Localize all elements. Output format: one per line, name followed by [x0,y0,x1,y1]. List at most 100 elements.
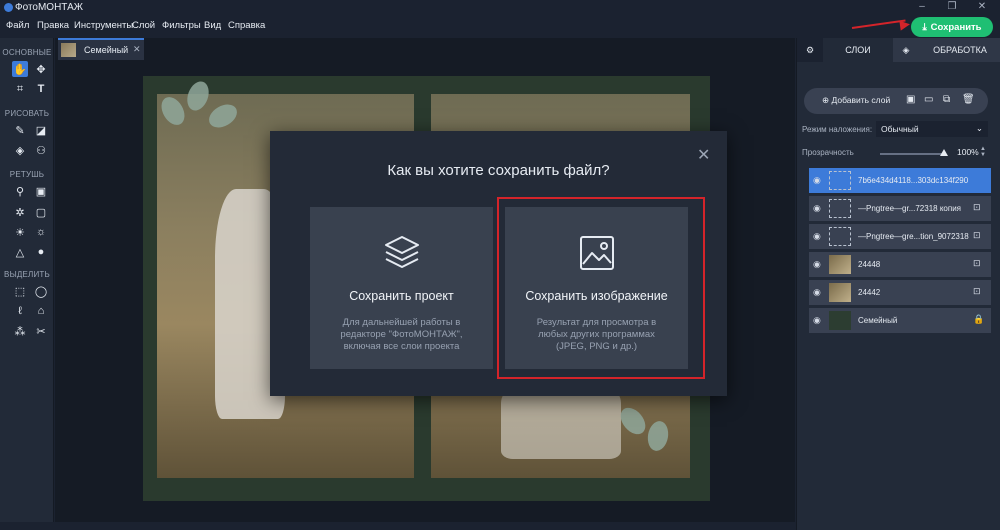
layer-name: 24442 [858,288,881,297]
layer-row[interactable]: ◉ —Pngtree—gre...tion_9072318 ⊡ [809,224,991,249]
document-tab-name: Семейный [84,45,129,55]
quick-select-icon[interactable]: ✂ [33,323,49,339]
menu-view[interactable]: Вид [204,20,221,31]
unlock-icon[interactable]: ⊡ [973,230,981,241]
folder-icon[interactable]: ▭ [924,94,933,105]
eye-icon[interactable]: ◉ [813,259,821,270]
eye-icon[interactable]: ◉ [813,287,821,298]
menu-tools[interactable]: Инструменты [74,20,133,31]
duplicate-icon[interactable]: ⧉ [943,94,950,105]
unlock-icon[interactable]: ⊡ [973,202,981,213]
layer-row[interactable]: ◉ 24442 ⊡ [809,280,991,305]
opacity-stepper[interactable]: ▲ ▼ [980,146,986,158]
brush-icon[interactable]: ✎ [12,122,28,138]
save-project-description: Для дальнейшей работы в редакторе "ФотоМ… [340,317,463,352]
opacity-slider[interactable] [880,153,944,155]
layer-thumbnail [829,199,851,218]
stamp-icon[interactable]: ▣ [33,183,49,199]
layer-name: 7b6e434d4118...303dc134f290 [858,176,969,185]
select-area-icon[interactable]: ▢ [33,204,49,220]
layer-thumbnail [829,283,851,302]
crop-icon[interactable]: ⌗ [12,81,28,97]
lasso-icon[interactable]: ℓ [12,303,28,319]
menu-layer[interactable]: Слой [132,20,155,31]
menu-bar: Файл Правка Инструменты Слой Фильтры Вид… [0,16,1000,36]
layer-thumbnail [829,255,851,274]
app-title: ФотоМОНТАЖ [15,2,83,13]
document-tab[interactable]: Семейный ✕ [58,38,144,60]
blend-mode-value: Обычный [881,124,919,134]
add-layer-toolbar: ⊕ Добавить слой ▣ ▭ ⧉ 🗑 [804,88,988,114]
clone-icon[interactable]: ⚇ [33,142,49,158]
tools-panel: ОСНОВНЫЕ ✋ ✥ ⌗ T РИСОВАТЬ ✎ ◪ ◈ ⚇ РЕТУШЬ… [0,38,54,530]
annotation-arrow-head [899,19,911,31]
section-retouch-title: РЕТУШЬ [9,170,45,179]
menu-help[interactable]: Справка [228,20,265,31]
menu-file[interactable]: Файл [6,20,29,31]
fill-icon[interactable]: ◈ [12,142,28,158]
tab-layers[interactable]: СЛОИ [823,38,893,62]
poly-lasso-icon[interactable]: ⌂ [33,303,49,319]
eye-icon[interactable]: ◉ [813,315,821,326]
camera-icon[interactable]: ▣ [906,94,915,105]
section-select-title: ВЫДЕЛИТЬ [4,270,50,279]
save-button[interactable]: ⤓ Сохранить [911,17,993,37]
move-icon[interactable]: ✥ [33,61,49,77]
sharpen-icon[interactable]: △ [12,244,28,260]
add-layer-button[interactable]: ⊕ Добавить слой [822,95,890,106]
contrast-icon[interactable]: ☼ [33,224,49,240]
blur-icon[interactable]: ● [33,244,49,260]
close-window-icon[interactable]: ✕ [967,1,997,12]
brightness-icon[interactable]: ☀ [12,224,28,240]
save-project-option[interactable]: Сохранить проект Для дальнейшей работы в… [310,207,493,369]
layer-name: Семейный [858,316,898,325]
processing-icon[interactable]: ◈ [893,38,919,62]
patch-icon[interactable]: ⚲ [12,183,28,199]
blend-mode-select[interactable]: Обычный ⌄ [876,121,988,137]
trash-icon[interactable]: 🗑 [962,94,975,105]
minimize-icon[interactable]: – [907,1,937,12]
menu-edit[interactable]: Правка [37,20,69,31]
eye-icon[interactable]: ◉ [813,203,821,214]
layer-thumbnail [829,227,851,246]
eraser-icon[interactable]: ◪ [33,122,49,138]
unlock-icon[interactable]: ⊡ [973,286,981,297]
opacity-slider-thumb[interactable] [940,149,948,156]
sliders-icon[interactable]: ⚙ [797,38,823,62]
status-bar [0,522,796,530]
opacity-value[interactable]: 100% [957,147,979,157]
add-layer-label: Добавить слой [831,95,891,105]
rect-select-icon[interactable]: ⬚ [12,283,28,299]
layer-thumbnail [829,311,851,330]
chevron-down-icon: ⌄ [975,123,983,133]
unlock-icon[interactable]: ⊡ [973,258,981,269]
text-icon[interactable]: T [33,81,49,97]
annotation-highlight-box [497,197,705,379]
layer-name: —Pngtree—gr...72318 копия [858,204,961,213]
close-tab-icon[interactable]: ✕ [133,44,141,55]
magic-wand-icon[interactable]: ⁂ [12,323,28,339]
lock-icon[interactable]: 🔒 [973,314,984,325]
layer-row[interactable]: ◉ —Pngtree—gr...72318 копия ⊡ [809,196,991,221]
layers-icon [310,233,493,278]
heal-icon[interactable]: ✲ [12,204,28,220]
app-logo-icon [4,3,13,12]
dialog-title: Как вы хотите сохранить файл? [387,162,610,179]
download-icon: ⤓ [922,21,927,33]
eye-icon[interactable]: ◉ [813,175,821,186]
blend-mode-label: Режим наложения: [802,125,873,134]
layer-name: —Pngtree—gre...tion_9072318 [858,232,969,241]
eye-icon[interactable]: ◉ [813,231,821,242]
maximize-icon[interactable]: ❐ [937,1,967,12]
layer-row[interactable]: ◉ 24448 ⊡ [809,252,991,277]
section-draw-title: РИСОВАТЬ [4,109,50,118]
section-basic-title: ОСНОВНЫЕ [2,48,52,57]
close-icon[interactable]: ✕ [697,145,710,165]
tab-processing[interactable]: ОБРАБОТКА [919,38,1000,62]
layer-row[interactable]: ◉ 7b6e434d4118...303dc134f290 [809,168,991,193]
layer-row[interactable]: ◉ Семейный 🔒 [809,308,991,333]
menu-filters[interactable]: Фильтры [162,20,201,31]
hand-icon[interactable]: ✋ [12,61,28,77]
plus-icon: ⊕ [822,95,830,105]
ellipse-select-icon[interactable]: ◯ [33,283,49,299]
